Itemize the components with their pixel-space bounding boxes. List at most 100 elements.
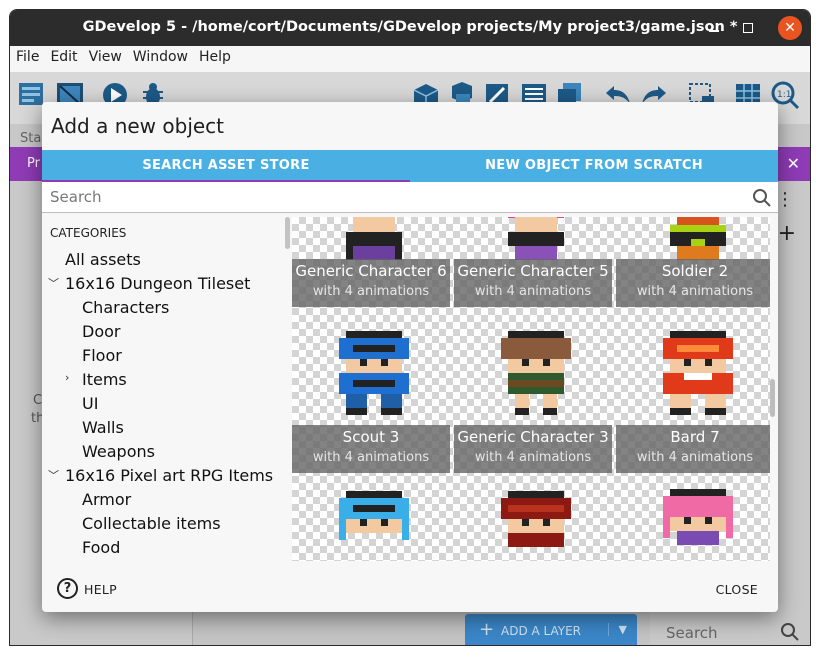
- asset-name: Generic Character 5: [457, 262, 609, 280]
- asset-card[interactable]: Bard 7 with 4 animations: [616, 313, 770, 475]
- asset-card[interactable]: [454, 475, 616, 561]
- svg-text:1:1: 1:1: [777, 90, 791, 100]
- menu-bar: File Edit View Window Help: [10, 46, 810, 72]
- title-bar: GDevelop 5 - /home/cort/Documents/GDevel…: [10, 10, 810, 46]
- asset-name: Generic Character 6: [295, 262, 447, 280]
- asset-animations: with 4 animations: [636, 284, 754, 299]
- category-label: All assets: [65, 250, 141, 269]
- close-icon[interactable]: ✕: [778, 16, 802, 40]
- tab-search-asset-store-label: SEARCH ASSET STORE: [142, 158, 310, 173]
- tab-search-asset-store[interactable]: SEARCH ASSET STORE: [42, 150, 410, 182]
- character-sprite: [663, 331, 733, 415]
- menu-edit[interactable]: Edit: [44, 46, 82, 65]
- asset-card[interactable]: Soldier 2 with 4 animations: [616, 217, 770, 313]
- menu-view[interactable]: View: [83, 46, 127, 65]
- dialog-title: Add a new object: [51, 114, 225, 138]
- dialog-tabs: SEARCH ASSET STORE NEW OBJECT FROM SCRAT…: [42, 150, 778, 182]
- asset-animations: with 4 animations: [474, 450, 592, 465]
- scrollbar-thumb[interactable]: [285, 217, 290, 249]
- status-text: Sta: [20, 131, 42, 146]
- dialog-footer: ? HELP CLOSE: [42, 562, 778, 612]
- asset-grid-scrollbar[interactable]: [770, 379, 775, 417]
- close-button[interactable]: CLOSE: [716, 582, 758, 597]
- category-dungeon-tileset[interactable]: ﹀ 16x16 Dungeon Tileset: [48, 274, 251, 298]
- category-items[interactable]: › Items: [65, 370, 127, 394]
- maximize-icon[interactable]: [738, 18, 758, 38]
- category-label: Weapons: [82, 442, 155, 461]
- asset-animations: with 4 animations: [636, 450, 754, 465]
- asset-name: Generic Character 3: [457, 428, 609, 446]
- editor-tab[interactable]: Pr: [27, 156, 40, 171]
- category-label: Door: [82, 322, 121, 341]
- asset-caption: Generic Character 3 with 4 animations: [454, 425, 612, 473]
- category-label: Food: [82, 538, 121, 557]
- category-collectable-items[interactable]: Collectable items: [82, 514, 221, 538]
- asset-card[interactable]: Generic Character 3 with 4 animations: [454, 313, 616, 475]
- add-icon[interactable]: +: [778, 221, 796, 246]
- asset-search-input[interactable]: [42, 182, 742, 212]
- category-all-assets[interactable]: All assets: [65, 250, 141, 274]
- category-label: Items: [82, 370, 127, 389]
- category-label: Floor: [82, 346, 122, 365]
- asset-animations: with 4 animations: [312, 450, 430, 465]
- asset-caption: Generic Character 5 with 4 animations: [454, 259, 612, 307]
- character-sprite: [663, 489, 733, 545]
- chevron-right-icon[interactable]: ›: [65, 371, 69, 384]
- asset-card[interactable]: [292, 475, 454, 561]
- minimize-icon[interactable]: [704, 18, 724, 38]
- left-panel-text-1: C: [33, 393, 43, 408]
- asset-caption: Scout 3 with 4 animations: [292, 425, 450, 473]
- asset-card[interactable]: Scout 3 with 4 animations: [292, 313, 454, 475]
- tab-new-object-from-scratch[interactable]: NEW OBJECT FROM SCRATCH: [410, 150, 778, 182]
- add-layer-button[interactable]: + ADD A LAYER ▼: [465, 614, 637, 645]
- search-icon: [781, 623, 799, 641]
- category-weapons[interactable]: Weapons: [82, 442, 155, 466]
- category-armor[interactable]: Armor: [82, 490, 131, 514]
- layer-search-field[interactable]: Search: [658, 614, 808, 645]
- categories-scrollbar[interactable]: [285, 217, 290, 557]
- character-sprite: [339, 491, 409, 540]
- tab-new-object-label: NEW OBJECT FROM SCRATCH: [485, 158, 703, 173]
- tab-close-icon[interactable]: ✕: [787, 154, 800, 173]
- category-label: 16x16 Pixel art RPG Items: [65, 466, 274, 485]
- category-pixel-art-rpg-items[interactable]: ﹀ 16x16 Pixel art RPG Items: [48, 466, 274, 490]
- category-label: Walls: [82, 418, 124, 437]
- chevron-down-icon[interactable]: ﹀: [48, 467, 59, 483]
- asset-caption: Bard 7 with 4 animations: [616, 425, 770, 473]
- category-food[interactable]: Food: [82, 538, 120, 562]
- asset-card[interactable]: Generic Character 6 with 4 animations: [292, 217, 454, 313]
- asset-name: Soldier 2: [661, 262, 729, 280]
- category-label: Collectable items: [82, 514, 221, 533]
- chevron-down-icon[interactable]: ▼: [607, 623, 627, 636]
- menu-window[interactable]: Window: [127, 46, 193, 65]
- asset-name: Bard 7: [670, 428, 720, 446]
- window-title: GDevelop 5 - /home/cort/Documents/GDevel…: [82, 19, 738, 35]
- categories-panel: CATEGORIES All assets ﹀ 16x16 Dungeon Til…: [42, 214, 287, 562]
- chevron-down-icon[interactable]: ﹀: [48, 275, 59, 291]
- category-characters[interactable]: Characters: [82, 298, 169, 322]
- menu-help[interactable]: Help: [193, 46, 236, 65]
- category-ui[interactable]: UI: [82, 394, 98, 418]
- character-sprite: [501, 331, 571, 415]
- menu-file[interactable]: File: [10, 46, 44, 65]
- asset-caption: Soldier 2 with 4 animations: [616, 259, 770, 307]
- asset-card[interactable]: [616, 475, 770, 561]
- category-door[interactable]: Door: [82, 322, 120, 346]
- help-label: HELP: [84, 582, 117, 597]
- asset-animations: with 4 animations: [474, 284, 592, 299]
- asset-grid: Generic Character 6 with 4 animations Gen…: [292, 217, 770, 561]
- add-layer-label: ADD A LAYER: [501, 624, 582, 638]
- category-label: Armor: [82, 490, 132, 509]
- category-label: UI: [82, 394, 99, 413]
- plus-icon: +: [479, 619, 495, 640]
- asset-search-bar: [42, 182, 778, 213]
- category-walls[interactable]: Walls: [82, 418, 124, 442]
- category-label: 16x16 Dungeon Tileset: [65, 274, 251, 293]
- more-options-icon[interactable]: ⋮: [776, 189, 794, 210]
- category-floor[interactable]: Floor: [82, 346, 122, 370]
- asset-card[interactable]: Generic Character 5 with 4 animations: [454, 217, 616, 313]
- character-sprite: [501, 491, 571, 547]
- asset-caption: Generic Character 6 with 4 animations: [292, 259, 450, 307]
- category-label: Characters: [82, 298, 170, 317]
- search-icon[interactable]: [752, 188, 772, 208]
